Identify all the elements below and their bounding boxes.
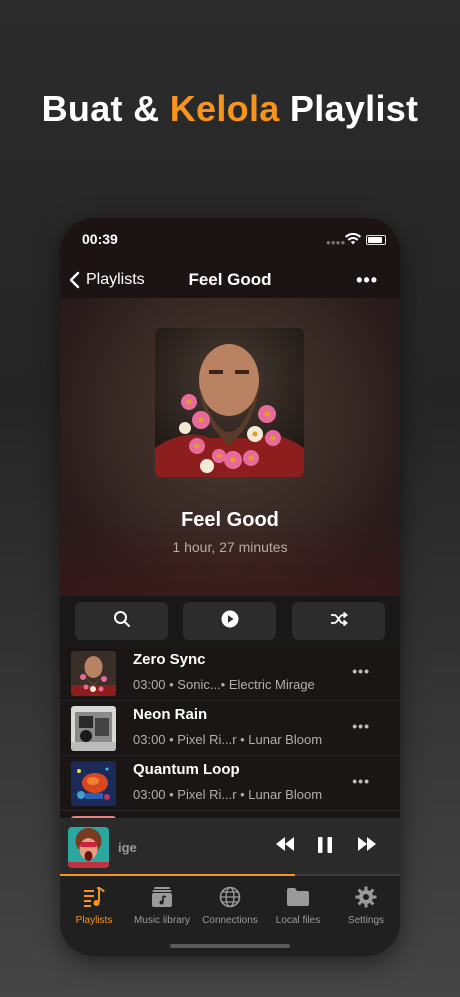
status-bar: 00:39 ●●●●: [60, 218, 400, 262]
wifi-icon: [345, 232, 361, 250]
playlist-title: Feel Good: [181, 509, 279, 531]
track-more-button[interactable]: •••: [352, 773, 370, 789]
track-subtitle: 03:00 • Pixel Ri...r • Lunar Bloom: [133, 787, 323, 802]
tab-settings[interactable]: Settings: [332, 884, 400, 926]
track-row-partial[interactable]: [60, 811, 400, 818]
play-button[interactable]: [183, 602, 276, 640]
nav-bar: Playlists Feel Good •••: [60, 262, 400, 298]
battery-icon: [366, 235, 386, 245]
tab-label: Playlists: [75, 915, 113, 926]
tab-label: Connections: [202, 915, 258, 926]
tab-label: Music library: [133, 915, 191, 926]
playlist-cover-image: [155, 328, 304, 477]
status-time: 00:39: [82, 231, 118, 247]
track-artwork: [71, 651, 116, 696]
playlist-actions: [60, 596, 400, 646]
track-title: Quantum Loop: [133, 761, 240, 778]
tab-label: Settings: [347, 915, 385, 926]
track-title: Neon Rain: [133, 706, 208, 723]
tab-music-library[interactable]: Music library: [128, 884, 196, 926]
phone-frame: 00:39 ●●●● Playlists Feel Good ••• Feel …: [60, 218, 400, 956]
tab-label: Local files: [275, 915, 321, 926]
rewind-icon: [275, 837, 295, 856]
track-more-button[interactable]: •••: [352, 718, 370, 734]
chevron-left-icon: [68, 271, 80, 289]
back-button[interactable]: Playlists: [68, 268, 145, 292]
tab-playlists[interactable]: Playlists: [60, 884, 128, 926]
playlist-header: Feel Good 1 hour, 27 minutes: [60, 298, 400, 596]
track-row-quantum-loop[interactable]: Quantum Loop 03:00 • Pixel Ri...r • Luna…: [60, 756, 400, 811]
tab-local-files[interactable]: Local files: [264, 884, 332, 926]
folder-icon: [264, 884, 332, 910]
now-playing-artwork: [68, 827, 109, 868]
search-button[interactable]: [75, 602, 168, 640]
home-indicator: [170, 944, 290, 948]
rewind-button[interactable]: [275, 836, 295, 857]
track-subtitle: 03:00 • Pixel Ri...r • Lunar Bloom: [133, 732, 323, 747]
headline-part2: Playlist: [279, 88, 419, 129]
track-title: Zero Sync: [133, 651, 206, 668]
track-row-zero-sync[interactable]: Zero Sync 03:00 • Sonic...• Electric Mir…: [60, 646, 400, 701]
track-subtitle: 03:00 • Sonic...• Electric Mirage: [133, 677, 315, 692]
mini-player[interactable]: ige: [60, 818, 400, 874]
music-library-icon: [128, 884, 196, 910]
track-more-button[interactable]: •••: [352, 663, 370, 679]
shuffle-button[interactable]: [292, 602, 385, 640]
tab-bar: Playlists Music library Connections Loca…: [60, 876, 400, 956]
play-circle-icon: [221, 610, 239, 633]
pause-button[interactable]: [318, 836, 332, 859]
playlist-icon: [60, 884, 128, 910]
gear-icon: [332, 884, 400, 910]
track-row-neon-rain[interactable]: Neon Rain 03:00 • Pixel Ri...r • Lunar B…: [60, 701, 400, 756]
now-playing-title: ige: [118, 840, 137, 855]
fast-forward-button[interactable]: [357, 836, 377, 857]
playlist-duration: 1 hour, 27 minutes: [172, 539, 288, 555]
fast-forward-icon: [357, 837, 377, 856]
headline-accent: Kelola: [169, 88, 280, 129]
globe-icon: [196, 884, 264, 910]
back-label: Playlists: [86, 271, 145, 288]
headline: Buat & Kelola Playlist: [0, 88, 460, 130]
tab-connections[interactable]: Connections: [196, 884, 264, 926]
signal-icon: ●●●●: [326, 238, 346, 247]
shuffle-icon: [330, 611, 348, 632]
track-list: Zero Sync 03:00 • Sonic...• Electric Mir…: [60, 646, 400, 818]
pause-icon: [318, 837, 332, 858]
search-icon: [113, 610, 131, 633]
track-artwork: [71, 706, 116, 751]
headline-part1: Buat &: [41, 88, 170, 129]
more-options-button[interactable]: •••: [356, 270, 378, 291]
track-artwork: [71, 761, 116, 806]
